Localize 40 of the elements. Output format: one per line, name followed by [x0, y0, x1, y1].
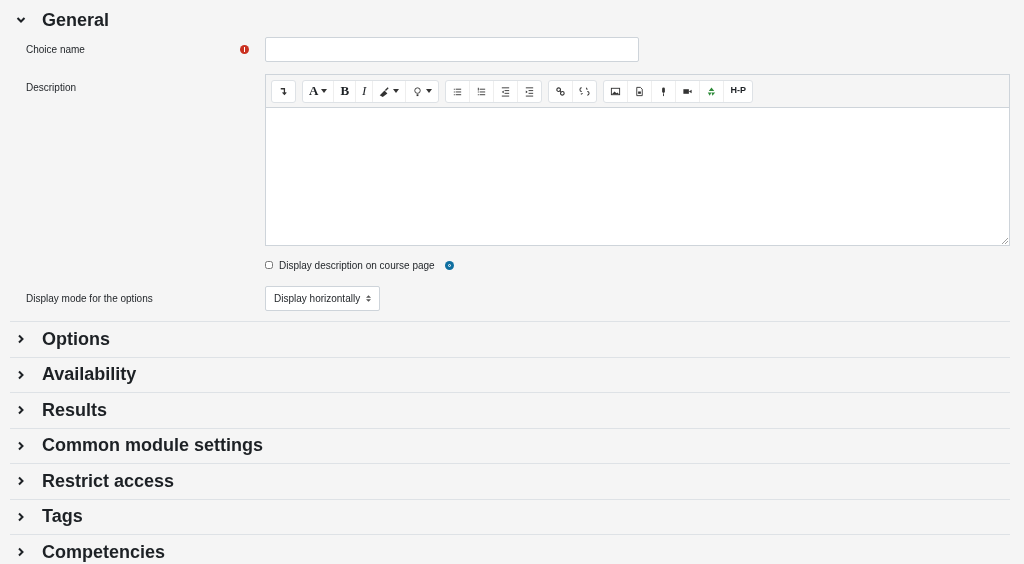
section-heading[interactable]: Availability — [42, 361, 137, 389]
checkbox[interactable] — [265, 261, 273, 269]
outdent-icon — [500, 85, 512, 97]
chevron-right-icon[interactable] — [16, 547, 26, 558]
field-label: Choice name — [26, 43, 85, 57]
font-button[interactable]: A — [303, 80, 334, 102]
chevron-right-icon[interactable] — [16, 369, 26, 380]
section-heading[interactable]: Common module settings — [42, 432, 263, 460]
chevron-right-icon[interactable] — [16, 476, 26, 487]
field-label: Display mode for the options — [26, 292, 153, 306]
chevron-right-icon[interactable] — [16, 334, 26, 345]
name-input-field[interactable] — [265, 37, 639, 62]
italic-button[interactable]: I — [355, 80, 373, 102]
link-icon — [555, 85, 567, 97]
file-icon — [634, 85, 646, 97]
numbered-list-icon — [476, 85, 488, 97]
section-heading[interactable]: Tags — [42, 503, 83, 531]
indent-icon — [524, 85, 536, 97]
resize-handle-icon[interactable] — [1002, 238, 1008, 244]
section-heading[interactable]: Results — [42, 396, 108, 424]
field-label: Description — [26, 81, 77, 95]
sort-caret-icon — [366, 295, 372, 302]
section-heading[interactable]: General — [42, 6, 110, 34]
checkbox-label: Display description on course page — [279, 258, 435, 273]
chevron-right-icon[interactable] — [16, 440, 26, 451]
chevron-right-icon[interactable] — [16, 405, 26, 416]
lightbulb-icon — [412, 85, 424, 97]
image-icon — [610, 85, 622, 97]
section-heading[interactable]: Competencies — [42, 538, 166, 564]
recycle-icon — [706, 85, 718, 97]
section-heading[interactable]: Options — [42, 325, 110, 353]
brush-icon — [379, 85, 391, 97]
arrow-icon — [278, 85, 289, 97]
chevron-right-icon[interactable] — [16, 511, 26, 522]
chevron-down-icon[interactable] — [16, 15, 26, 25]
h5p-button[interactable]: H-P — [723, 80, 752, 102]
section-heading[interactable]: Restrict access — [42, 467, 175, 495]
bold-button[interactable]: B — [333, 80, 356, 102]
display-mode-select[interactable]: Display horizontally — [265, 286, 381, 311]
help-icon[interactable] — [444, 260, 454, 270]
